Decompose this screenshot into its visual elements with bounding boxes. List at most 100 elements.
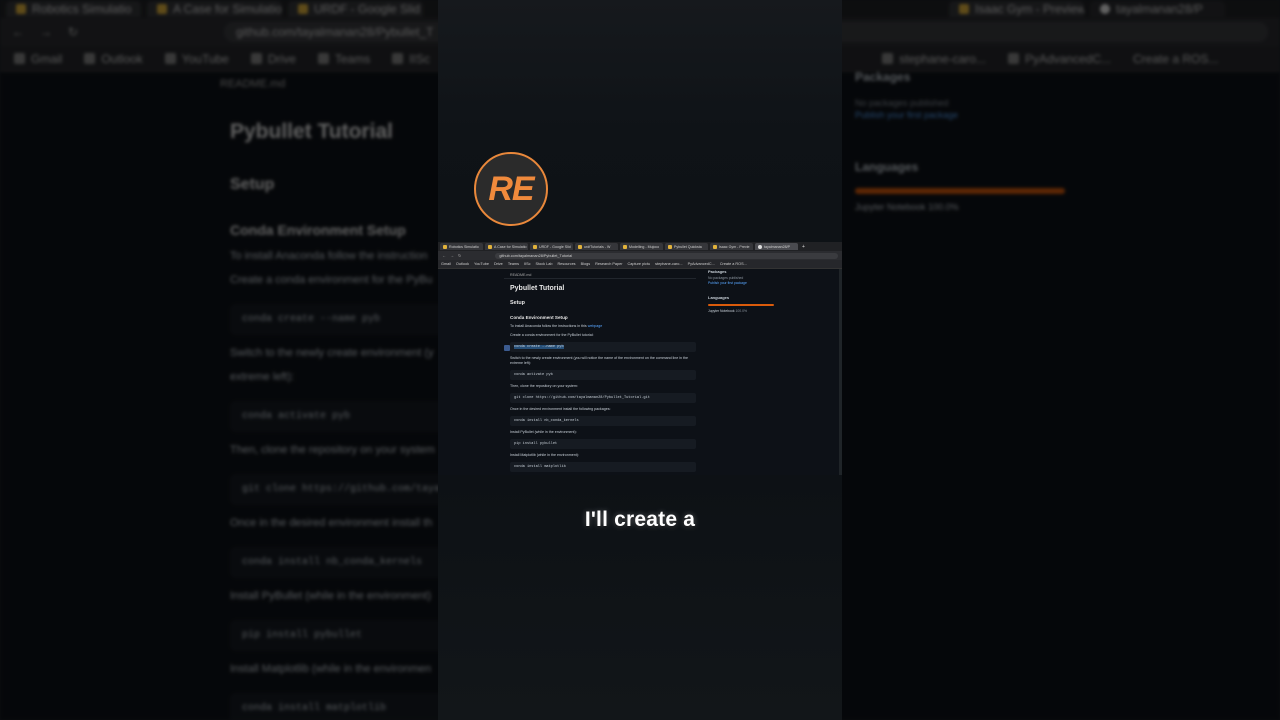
tab-favicon-icon [157,4,167,14]
bg-repo-sidebar: Packages No packages published Publish y… [855,70,1115,212]
new-tab-icon[interactable]: + [802,244,805,250]
tab-favicon-icon [16,4,26,14]
bookmark-item[interactable]: Drive [494,262,503,266]
github-icon [1007,53,1019,64]
screen-recording: Robotics Simulatio A Case for Simulatio … [438,242,842,475]
bookmark-item[interactable]: Resources [557,262,575,266]
tab-favicon-icon [713,244,717,249]
readme-text: Once in the desired environment install … [510,407,611,411]
copy-icon[interactable] [504,345,510,351]
github-icon [758,244,762,249]
bookmark-item[interactable]: Capture pictu [628,262,651,266]
bg-bookmark: IISc [392,52,430,66]
bg-tab: URDF - Google Slid [288,1,423,17]
readme-title: Pybullet Tutorial [510,285,565,292]
mini-tab-bar: Robotics Simulatio A Case for Simulatio … [438,242,842,251]
back-icon[interactable]: ← [442,253,446,258]
code-block[interactable]: git clone https://github.com/tayalmanan2… [510,393,696,403]
bookmark-item[interactable]: stephane-caro... [655,262,682,266]
repo-sidebar: Packages No packages published Publish y… [708,269,828,313]
bg-bookmark: Create a ROS... [1133,51,1219,66]
bg-publish-link: Publish your first package [855,110,959,120]
tab-favicon-icon [623,244,627,249]
packages-heading: Packages [708,269,727,274]
bookmark-item[interactable]: Gmail [441,262,451,266]
bg-no-packages: No packages published [855,98,949,108]
video-frame: Robotics Simulatio A Case for Simulatio … [0,0,1280,720]
bookmark-icon [164,53,176,64]
mini-bookmarks-bar: Gmail Outlook YouTube Drive Teams IISc S… [438,260,842,269]
readme-text: Install PyBullet (while in the environme… [510,430,577,434]
languages-heading: Languages [708,295,730,300]
logo-text: RE [488,169,534,208]
bookmark-item[interactable]: Stock Lab [536,262,553,266]
publish-package-link[interactable]: Publish your first package [708,281,828,285]
readme-text: Install Matplotlib (while in the environ… [510,453,579,457]
bookmark-item[interactable]: Research Paper [595,262,622,266]
browser-tab-active[interactable]: tayalmanan28/P [755,243,798,250]
bg-tab: Robotics Simulatio [6,1,141,17]
bg-packages-heading: Packages [855,70,911,84]
bookmark-icon [14,53,25,64]
url-field[interactable]: github.com/tayalmanan28/Pybullet_Tutoria… [495,252,838,259]
browser-tab[interactable]: Modelling - Mujoco [620,243,663,250]
github-icon [1100,4,1110,14]
browser-tab[interactable]: Pybullet Quicksta [665,243,708,250]
github-icon [882,53,894,64]
bookmark-icon [317,53,329,64]
video-panel: RE Robotics Simulatio A Case for Simulat… [438,0,842,720]
bg-bookmark: Drive [250,52,296,66]
bg-bookmark: YouTube [164,52,229,66]
tab-favicon-icon [443,244,447,249]
readme-text: Create a conda environment for the PyBul… [510,333,594,337]
browser-tab[interactable]: Robotics Simulatio [440,243,483,250]
code-block[interactable]: pip install pybullet [510,439,696,449]
readme-text: To install Anaconda follow the instructi… [510,324,603,328]
mini-page-body: README.md Pybullet Tutorial Setup Conda … [438,269,842,475]
bookmark-item[interactable]: Teams [508,262,519,266]
bg-bookmark: Teams [317,52,370,66]
bg-language-entry: Jupyter Notebook 100.0% [855,202,959,212]
code-block[interactable]: conda install nb_conda_kernels [510,416,696,426]
code-block-selected[interactable]: conda create --name pyb [510,342,696,352]
bookmark-item[interactable]: Outlook [456,262,469,266]
readme: README.md Pybullet Tutorial Setup Conda … [504,271,696,472]
browser-tab[interactable]: urdfTutorials - W [575,243,618,250]
readme-filename: README.md [504,271,696,279]
bookmark-item[interactable]: Create a ROS... [720,262,747,266]
code-block[interactable]: conda activate pyb [510,370,696,380]
language-entry[interactable]: Jupyter Notebook 100.0% [708,309,828,313]
readme-text: Switch to the newly create environment (… [510,356,688,365]
code-block[interactable]: conda install matplotlib [510,462,696,472]
webpage-link[interactable]: webpage [588,324,603,328]
readme-text: Then, clone the repository on your syste… [510,384,578,388]
reload-icon[interactable]: ↻ [458,253,461,258]
readme-setup-heading: Setup [510,300,525,306]
forward-icon[interactable]: → [450,253,454,258]
tab-favicon-icon [488,244,492,249]
bookmark-item[interactable]: IISc [524,262,531,266]
bookmark-icon [250,53,262,64]
mini-address-bar: ← → ↻ github.com/tayalmanan28/Pybullet_T… [438,251,842,260]
back-icon: ← [12,25,24,39]
subtitle-caption: I'll create a [584,508,696,531]
browser-tab[interactable]: A Case for Simulatio [485,243,528,250]
bookmark-item[interactable]: Blogs [581,262,591,266]
browser-tab[interactable]: Isaac Gym - Previe [710,243,753,250]
reload-icon: ↻ [68,25,79,39]
bg-bookmark: stephane-caro... [882,52,986,66]
bookmark-item[interactable]: YouTube [474,262,489,266]
bg-language-bar [855,188,1065,194]
tab-favicon-icon [578,244,582,249]
bg-bookmark: PyAdvancedC... [1007,52,1111,66]
browser-tab[interactable]: URDF - Google Slid [530,243,573,250]
tab-favicon-icon [959,4,969,14]
bg-tab: Isaac Gym - Preview [949,1,1084,17]
readme-conda-heading: Conda Environment Setup [510,315,568,320]
page-scrollbar[interactable] [839,269,842,475]
bookmark-item[interactable]: PyAdvancedC... [688,262,715,266]
tab-favicon-icon [298,4,308,14]
tab-favicon-icon [533,244,537,249]
bg-bookmark: Outlook [84,52,143,66]
bookmark-icon [84,53,96,64]
